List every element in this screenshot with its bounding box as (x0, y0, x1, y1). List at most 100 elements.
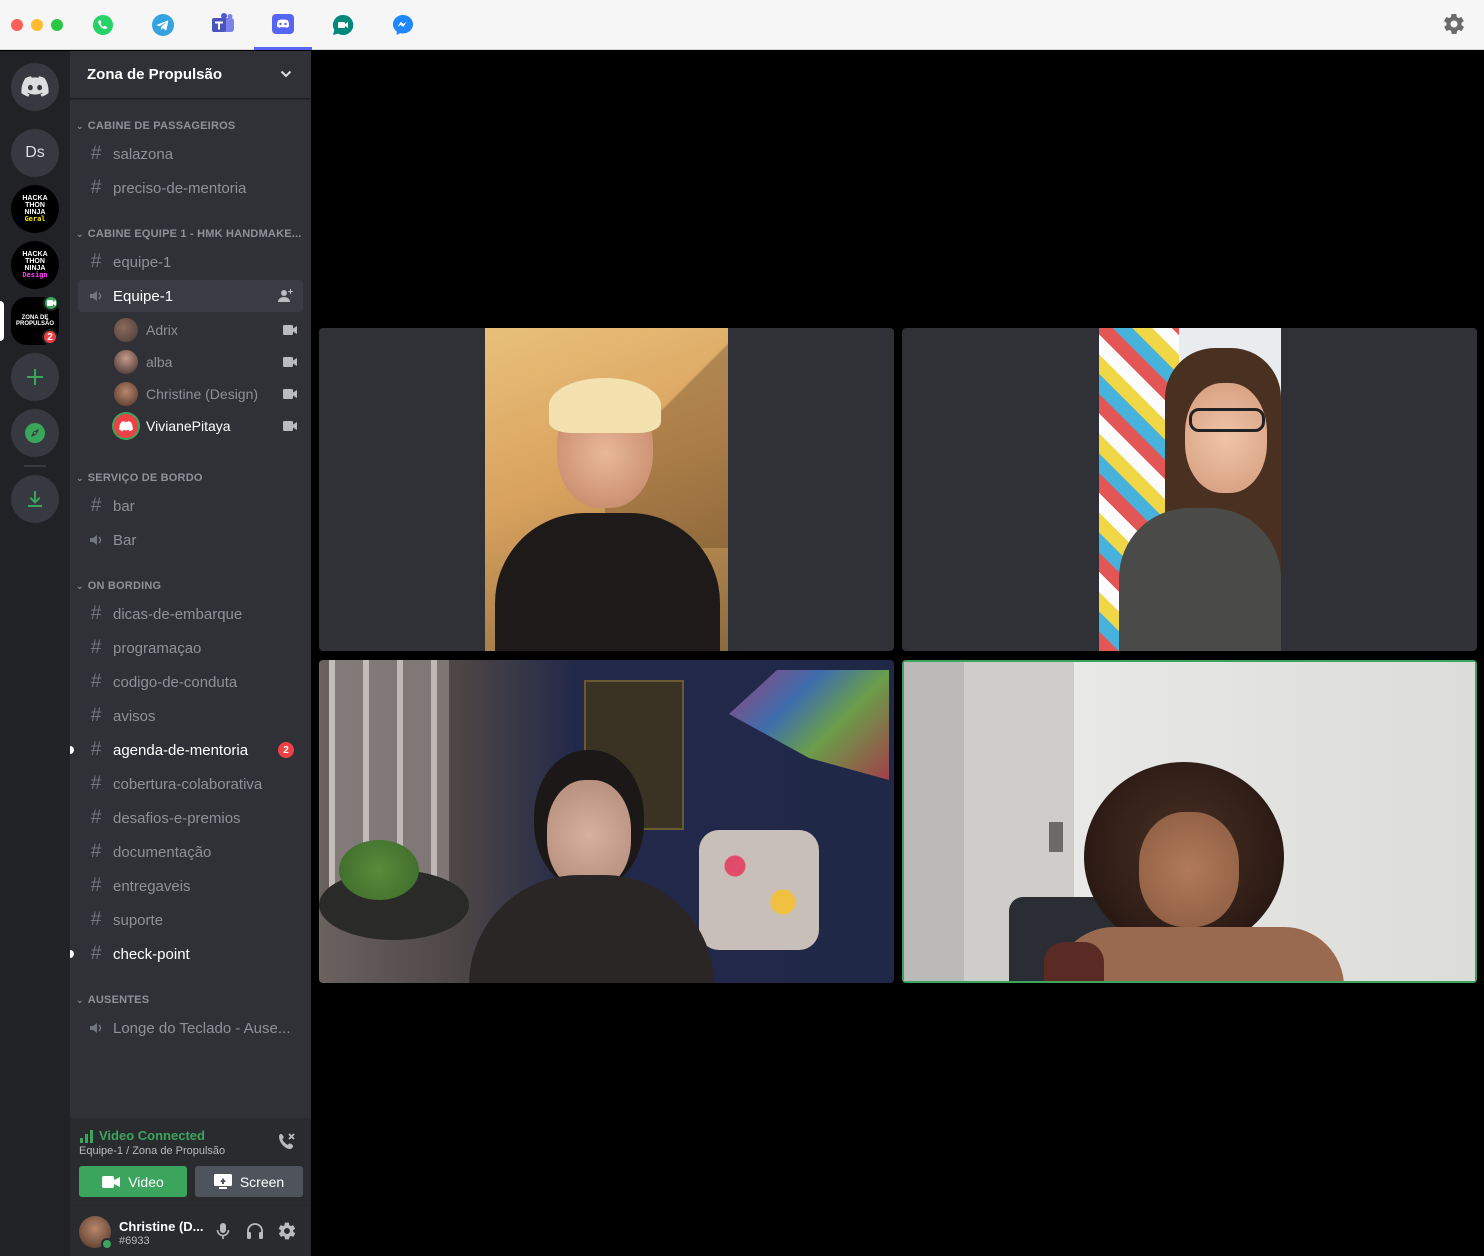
channel-documentacao[interactable]: # documentação (78, 836, 303, 868)
tile-door-edge (904, 662, 964, 981)
whatsapp-icon (93, 15, 113, 35)
participant-body (469, 875, 714, 983)
participant-face (1139, 812, 1239, 927)
headphones-icon[interactable] (245, 1221, 265, 1241)
voice-status-label: Video Connected (99, 1128, 205, 1143)
channel-longe-do-teclado[interactable]: Longe do Teclado - Ause... (78, 1012, 303, 1044)
chevron-down-icon: ⌄ (76, 120, 84, 131)
voice-user-christine[interactable]: Christine (Design) (114, 378, 303, 410)
channel-label: check-point (113, 945, 190, 963)
participant-video-feed (1099, 328, 1281, 651)
tab-discord[interactable] (254, 0, 312, 50)
signal-bars-icon (80, 1129, 93, 1143)
hash-icon: # (90, 909, 102, 930)
video-button-label: Video (128, 1173, 164, 1190)
channel-cobertura-colaborativa[interactable]: # cobertura-colaborativa (78, 768, 303, 800)
channel-label: Equipe-1 (113, 287, 174, 305)
channel-label: desafios-e-premios (113, 809, 241, 827)
server-design-line: THON (25, 258, 45, 265)
channel-label: entregaveis (113, 877, 191, 895)
channel-equipe-1-text[interactable]: # equipe-1 (78, 246, 303, 278)
explore-servers-button[interactable] (11, 409, 59, 457)
tab-whatsapp[interactable] (74, 0, 132, 50)
channel-entregaveis[interactable]: # entregaveis (78, 870, 303, 902)
download-icon (28, 491, 42, 507)
server-hackathon-geral[interactable]: HACKA THON NINJA Geral (11, 185, 59, 233)
hash-icon: # (90, 637, 102, 658)
video-tile-participant-3[interactable] (319, 660, 894, 983)
category-label: CABINE EQUIPE 1 - HMK HANDMAKE... (87, 228, 302, 240)
close-window-button[interactable] (11, 19, 23, 31)
user-name: Christine (D... (119, 1219, 204, 1234)
avatar (114, 414, 138, 438)
screen-share-icon (213, 1173, 232, 1189)
server-ds[interactable]: Ds (11, 129, 59, 177)
category-cabine-de-passageiros[interactable]: ⌄ CABINE DE PASSAGEIROS (76, 118, 235, 134)
hash-icon: # (90, 739, 102, 760)
tile-door-handle (1049, 822, 1063, 852)
channel-check-point[interactable]: # check-point (78, 938, 303, 970)
tab-google-chat[interactable] (314, 0, 372, 50)
channel-bar-text[interactable]: # bar (78, 490, 303, 522)
channel-desafios-e-premios[interactable]: # desafios-e-premios (78, 802, 303, 834)
video-tile-participant-1[interactable] (319, 328, 894, 651)
voice-user-vivianepitaya[interactable]: VivianePitaya (114, 410, 303, 442)
channel-salazona[interactable]: # salazona (78, 138, 303, 170)
settings-gear-icon[interactable] (1442, 12, 1466, 36)
screen-share-button[interactable]: Screen (195, 1166, 303, 1197)
voice-user-adrix[interactable]: Adrix (114, 314, 303, 346)
server-rail: Ds HACKA THON NINJA Geral HACKA THON NIN… (0, 51, 70, 1256)
invite-person-icon[interactable] (278, 288, 294, 304)
channel-preciso-de-mentoria[interactable]: # preciso-de-mentoria (78, 172, 303, 204)
video-tile-participant-4-speaking[interactable] (902, 660, 1477, 983)
category-ausentes[interactable]: ⌄ AUSENTES (76, 992, 149, 1008)
channel-avisos[interactable]: # avisos (78, 700, 303, 732)
video-tile-participant-2[interactable] (902, 328, 1477, 651)
server-hackathon-design[interactable]: HACKA THON NINJA Design (11, 241, 59, 289)
voice-location[interactable]: Equipe-1 / Zona de Propulsão (79, 1145, 225, 1157)
hash-icon: # (90, 807, 102, 828)
tab-messenger[interactable] (374, 0, 432, 50)
channel-bar-voice[interactable]: Bar (78, 524, 303, 556)
disconnect-call-icon[interactable] (277, 1131, 297, 1151)
add-server-button[interactable] (11, 353, 59, 401)
channel-equipe-1-voice[interactable]: Equipe-1 (78, 280, 303, 312)
video-camera-icon (283, 357, 297, 367)
video-toggle-button[interactable]: Video (79, 1166, 187, 1197)
participant-body (495, 513, 720, 651)
channel-codigo-de-conduta[interactable]: # codigo-de-conduta (78, 666, 303, 698)
voice-user-name: VivianePitaya (146, 418, 231, 434)
channel-suporte[interactable]: # suporte (78, 904, 303, 936)
tile-plant (339, 840, 419, 900)
mention-badge: 2 (278, 742, 294, 758)
participant-glasses (1189, 408, 1265, 432)
channel-agenda-de-mentoria[interactable]: # agenda-de-mentoria 2 (78, 734, 303, 766)
minimize-window-button[interactable] (31, 19, 43, 31)
avatar (114, 382, 138, 406)
category-on-bording[interactable]: ⌄ ON BORDING (76, 578, 161, 594)
download-apps-button[interactable] (11, 475, 59, 523)
microphone-icon[interactable] (213, 1221, 233, 1241)
category-label: AUSENTES (87, 994, 150, 1006)
locked-speaker-icon (88, 288, 104, 304)
category-servico-de-bordo[interactable]: ⌄ SERVIÇO DE BORDO (76, 470, 203, 486)
discord-home-button[interactable] (11, 63, 59, 111)
category-label: ON BORDING (87, 580, 162, 592)
tab-telegram[interactable] (134, 0, 192, 50)
voice-user-alba[interactable]: alba (114, 346, 303, 378)
hash-icon: # (90, 603, 102, 624)
channel-label: documentação (113, 843, 212, 861)
channel-programacao[interactable]: # programaçao (78, 632, 303, 664)
chevron-down-icon: ⌄ (76, 472, 84, 483)
category-cabine-equipe-1[interactable]: ⌄ CABINE EQUIPE 1 - HMK HANDMAKE... (76, 226, 302, 242)
hash-icon: # (90, 943, 102, 964)
locked-hash-icon: # (90, 251, 102, 272)
guild-header[interactable]: Zona de Propulsão (70, 51, 311, 99)
tab-teams[interactable] (194, 0, 252, 50)
channel-dicas-de-embarque[interactable]: # dicas-de-embarque (78, 598, 303, 630)
voice-user-name: Christine (Design) (146, 386, 259, 402)
maximize-window-button[interactable] (51, 19, 63, 31)
user-settings-gear-icon[interactable] (277, 1221, 297, 1241)
chevron-down-icon: ⌄ (76, 994, 84, 1005)
hash-icon: # (90, 671, 102, 692)
